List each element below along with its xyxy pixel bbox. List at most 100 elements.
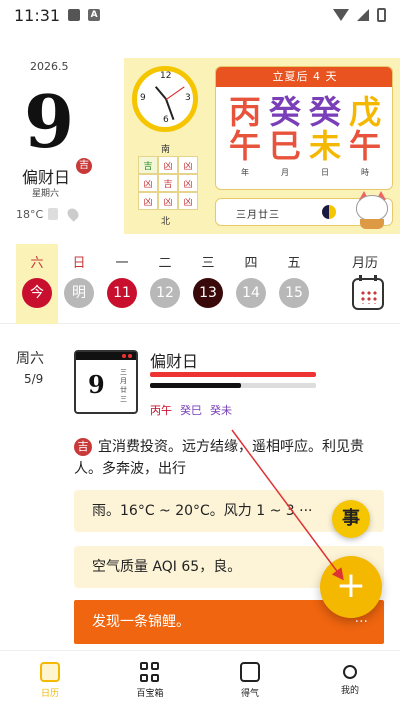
auspicious-badge: 吉 (76, 158, 92, 174)
nav-qi[interactable]: 得气 (200, 651, 300, 710)
date-summary[interactable]: 2026.5 9 偏财日 吉 星期六 18°C (0, 58, 124, 234)
month-calendar-button[interactable] (352, 275, 384, 310)
pillar-branch: 巳 (268, 127, 301, 165)
status-bar: 11:31 A (0, 0, 400, 30)
direction-grid: 吉 凶 凶 凶 吉 凶 凶 凶 凶 (138, 156, 198, 210)
clock-icon: 12 3 6 9 (132, 66, 198, 132)
nav-calendar[interactable]: 日历 (0, 651, 100, 710)
ganzhi-item: 丙午 (150, 404, 172, 417)
pillar: 癸未日 (308, 95, 342, 178)
luck-meter-red (150, 372, 316, 377)
battery-icon (377, 8, 386, 22)
luck-title: 偏财日 (150, 352, 199, 371)
temperature: 18°C (16, 208, 44, 221)
grid-cell: 凶 (178, 156, 198, 174)
day-circle[interactable]: 11 (107, 278, 137, 308)
event-button[interactable]: 事 (332, 500, 370, 538)
hour-hand (154, 86, 167, 100)
weekday-label: 三 (201, 256, 215, 271)
clock-num-6: 6 (163, 115, 169, 125)
ganzhi-item: 癸未 (210, 404, 232, 417)
ganzhi-panel[interactable]: 立夏后 4 天 丙午年癸巳月癸未日戊午時 三月廿三 (208, 58, 400, 234)
weekday-label: 六 (30, 256, 44, 271)
day-circle[interactable]: 13 (193, 278, 223, 308)
pillar-stem: 癸 (308, 93, 341, 131)
pillars: 丙午年癸巳月癸未日戊午時 (228, 95, 382, 178)
day-circle[interactable]: 12 (150, 278, 180, 308)
grid-icon (140, 662, 160, 682)
pillar-branch: 午 (228, 127, 261, 165)
nav-label: 日历 (40, 689, 59, 699)
pillar-branch: 未 (308, 127, 341, 165)
nav-label: 得气 (240, 689, 259, 699)
day-circle[interactable]: 今 (22, 278, 52, 308)
grid-cell: 凶 (138, 174, 158, 192)
ganzhi-item: 癸巳 (180, 404, 202, 417)
grid-cell: 吉 (138, 156, 158, 174)
advice-text: 宜消费投资。远方结缘，遥相呼应。利见贵人。多奔波，出行 (74, 439, 364, 477)
mini-calendar-icon: 9 三月廿三 (74, 350, 138, 414)
lunar-date: 三月廿三 (236, 210, 280, 221)
grid-cell: 凶 (178, 192, 198, 210)
nav-me[interactable]: 我的 (300, 651, 400, 710)
weekday-label: 日 (72, 256, 86, 271)
mini-calendar-lunar: 三月廿三 (120, 368, 127, 403)
detail-date: 5/9 (24, 372, 44, 386)
user-icon (343, 665, 357, 679)
grid-cell: 凶 (138, 192, 158, 210)
mini-calendar-day: 9 (88, 370, 105, 399)
grid-cell: 凶 (178, 174, 198, 192)
pillar: 戊午時 (348, 95, 382, 178)
luck-meter (150, 383, 316, 388)
solar-term-banner: 立夏后 4 天 (216, 67, 392, 87)
detail-weekday: 周六 (16, 351, 44, 367)
sparkle-icon (240, 662, 260, 682)
pillar-stem: 戊 (348, 93, 381, 131)
nav-label: 百宝箱 (136, 689, 164, 699)
pillar-label: 日 (321, 168, 329, 177)
calendar-icon (360, 290, 378, 304)
four-pillars-card: 立夏后 4 天 丙午年癸巳月癸未日戊午時 (215, 66, 393, 190)
pillar: 丙午年 (228, 95, 262, 178)
bottom-nav: 日历 百宝箱 得气 我的 (0, 650, 400, 710)
grid-cell: 吉 (158, 174, 178, 192)
luck-meter-fill (150, 383, 242, 388)
day-circle[interactable]: 明 (64, 278, 94, 308)
weekday-label: 二 (158, 256, 172, 271)
weekday-label: 四 (244, 256, 258, 271)
grid-cell: 凶 (158, 156, 178, 174)
day-circle[interactable]: 15 (279, 278, 309, 308)
weekday-label: 五 (287, 256, 301, 271)
nav-toolbox[interactable]: 百宝箱 (100, 651, 200, 710)
year-month: 2026.5 (30, 60, 69, 73)
lucky-cat-icon[interactable] (354, 189, 390, 229)
wifi-icon (333, 9, 349, 21)
clock-num-3: 3 (185, 93, 191, 103)
image-notification-icon (68, 9, 81, 21)
pillar: 癸巳月 (268, 95, 302, 178)
direction-south: 南 (161, 145, 171, 155)
second-hand (166, 86, 185, 100)
nav-label: 我的 (340, 686, 359, 696)
pillar-stem: 丙 (228, 93, 261, 131)
koi-text: 发现一条锦鲤。 (92, 614, 190, 630)
clock-num-9: 9 (140, 93, 146, 103)
month-view-label: 月历 (352, 256, 379, 271)
moon-phase-icon (322, 205, 336, 219)
today-panel: 2026.5 9 偏财日 吉 星期六 18°C 12 3 6 9 南 吉 凶 凶… (0, 58, 400, 234)
location-icon (65, 206, 81, 222)
weather-icon (48, 208, 58, 220)
pillar-label: 時 (361, 168, 369, 177)
pillar-label: 年 (241, 168, 249, 177)
week-strip: 六今 日明 一 11 二 12 三 13 四 14 五 15 月历 (0, 240, 400, 324)
fortune-clock-panel[interactable]: 12 3 6 9 南 吉 凶 凶 凶 吉 凶 凶 凶 凶 北 (124, 58, 208, 234)
app-notification-icon: A (88, 9, 101, 21)
direction-north: 北 (161, 217, 171, 227)
pillar-branch: 午 (348, 127, 381, 165)
add-button[interactable]: + (320, 556, 382, 618)
pillar-stem: 癸 (268, 93, 301, 131)
ganzhi-line: 丙午 癸巳 癸未 (150, 402, 232, 418)
day-circle[interactable]: 14 (236, 278, 266, 308)
clock-num-12: 12 (160, 71, 172, 81)
weekday-label: 一 (115, 256, 129, 271)
